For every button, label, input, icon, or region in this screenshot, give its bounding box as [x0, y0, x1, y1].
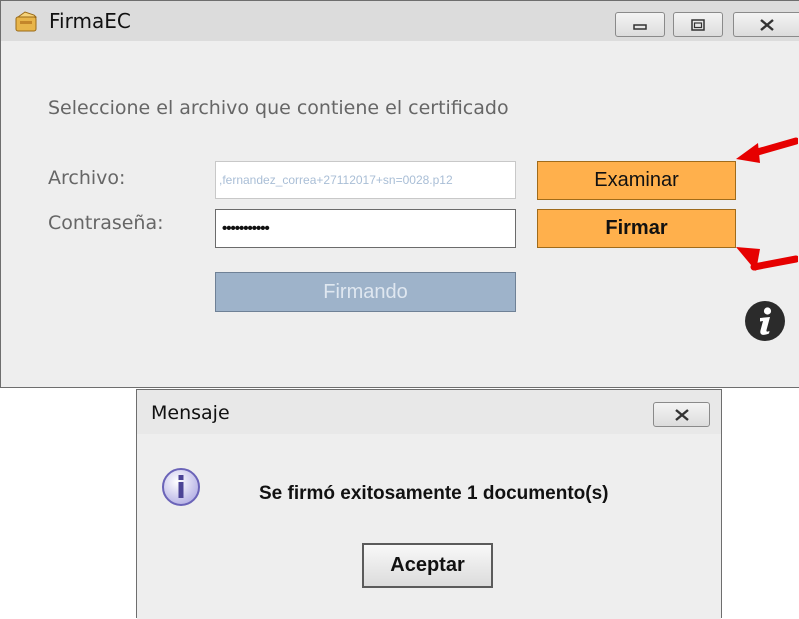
close-icon	[674, 408, 689, 421]
app-icon	[14, 11, 40, 33]
file-path-field[interactable]: ,fernandez_correa+27112017+sn=0028.p12	[215, 161, 516, 199]
password-label: Contraseña:	[48, 212, 164, 234]
main-window: FirmaEC Seleccione el archivo que contie…	[0, 0, 799, 388]
dialog-body: Se firmó exitosamente 1 documento(s) Ace…	[137, 434, 721, 619]
message-count: 1	[467, 483, 478, 504]
dialog-title-bar: Mensaje	[137, 390, 721, 434]
sign-button[interactable]: Firmar	[537, 209, 736, 248]
title-bar: FirmaEC	[1, 1, 799, 41]
maximize-icon	[691, 18, 705, 31]
dialog-close-button[interactable]	[653, 402, 710, 427]
minimize-button[interactable]	[615, 12, 665, 37]
window-content: Seleccione el archivo que contiene el ce…	[1, 41, 799, 387]
signing-progress-button: Firmando	[215, 272, 516, 312]
info-icon[interactable]	[743, 299, 787, 343]
minimize-icon	[633, 23, 647, 30]
close-button[interactable]	[733, 12, 799, 37]
message-text-pre: Se firmó exitosamente	[259, 483, 468, 504]
dialog-message: Se firmó exitosamente 1 documento(s)	[259, 483, 609, 505]
window-title: FirmaEC	[49, 9, 131, 33]
maximize-button[interactable]	[673, 12, 723, 37]
message-text-post: documento(s)	[477, 483, 609, 504]
message-dialog: Mensaje Se firmó exitosamente 1 document…	[136, 389, 722, 619]
ok-button[interactable]: Aceptar	[362, 543, 493, 588]
file-label: Archivo:	[48, 167, 126, 189]
info-icon	[161, 467, 201, 507]
close-icon	[760, 18, 774, 31]
red-arrow	[736, 137, 798, 163]
red-arrow	[736, 247, 798, 271]
dialog-title: Mensaje	[151, 402, 230, 424]
password-field[interactable]: •••••••••••	[215, 209, 516, 248]
instruction-text: Seleccione el archivo que contiene el ce…	[48, 97, 509, 119]
browse-button[interactable]: Examinar	[537, 161, 736, 200]
